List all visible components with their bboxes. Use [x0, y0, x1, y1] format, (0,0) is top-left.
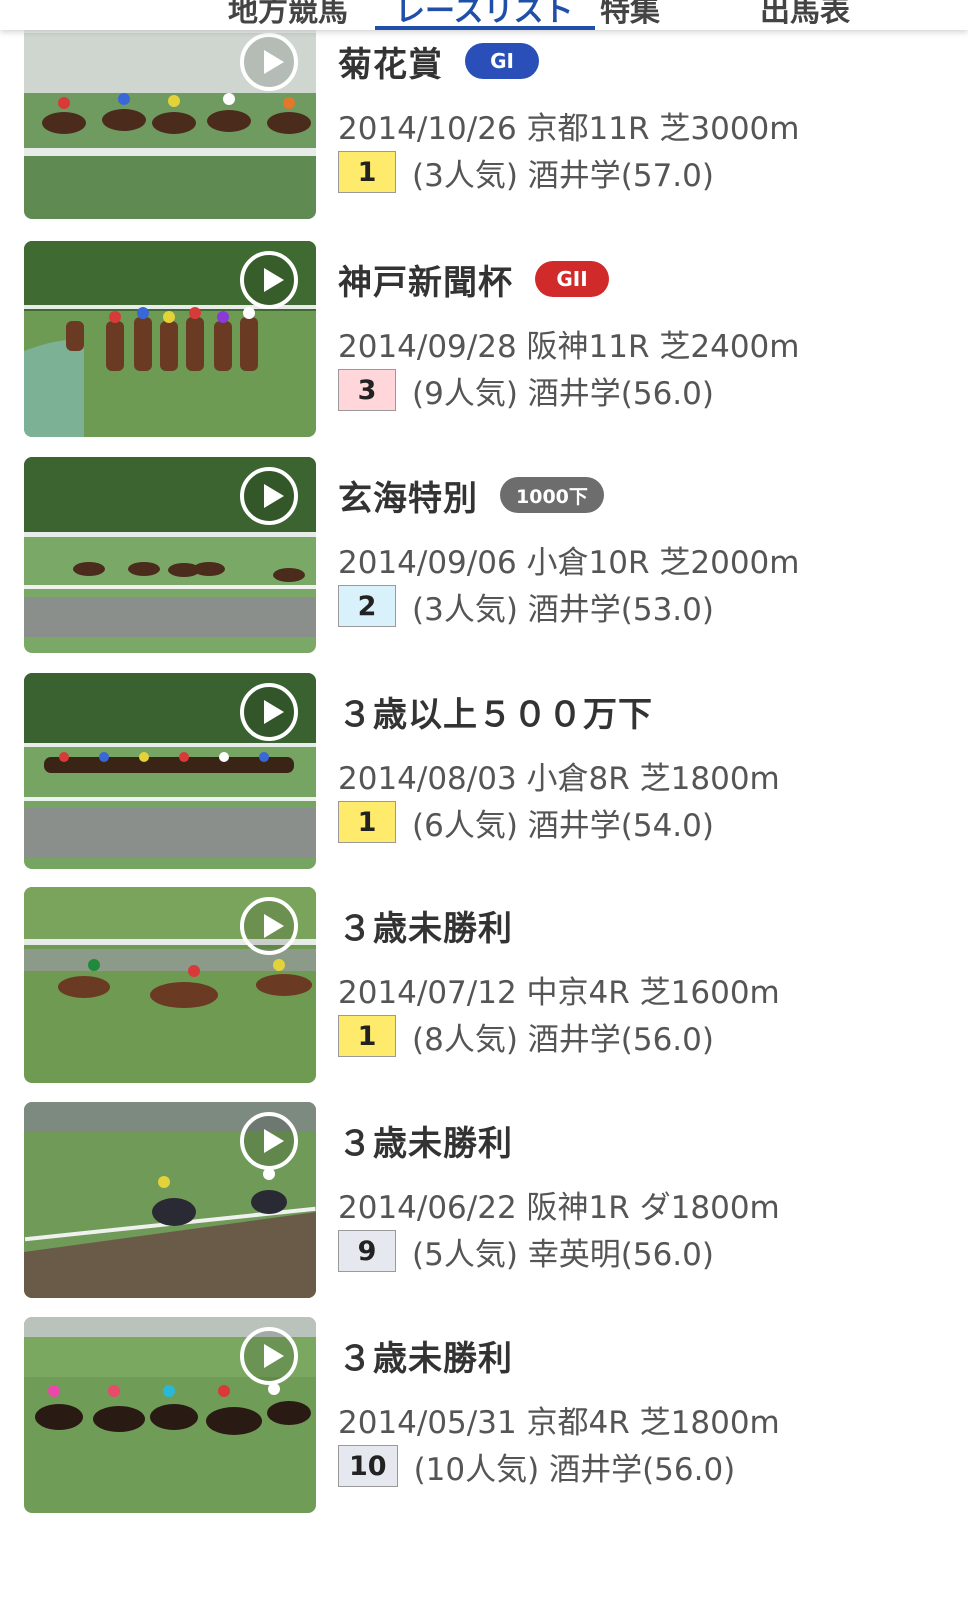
grade-badge: 1000下: [500, 477, 604, 513]
play-icon[interactable]: [240, 683, 298, 741]
popularity-jockey-weight: (5人気) 幸英明(56.0): [412, 1236, 714, 1273]
play-icon[interactable]: [240, 467, 298, 525]
race-list-item[interactable]: 菊花賞 GI 2014/10/26 京都11R 芝3000m 1 (3人気) 酒…: [0, 23, 968, 219]
play-icon[interactable]: [240, 251, 298, 309]
finish-position-badge: 1: [338, 151, 396, 193]
race-title[interactable]: 菊花賞: [338, 37, 443, 86]
top-tab-bar: 地方競馬 レースリスト 特集 出馬表: [0, 0, 968, 30]
finish-position-badge: 9: [338, 1230, 396, 1272]
popularity-jockey-weight: (8人気) 酒井学(56.0): [412, 1021, 714, 1058]
race-video-thumbnail[interactable]: [24, 23, 316, 219]
play-icon[interactable]: [240, 33, 298, 91]
race-date-venue-distance: 2014/08/03 小倉8R 芝1800m: [338, 761, 780, 797]
tab-feature[interactable]: 特集: [600, 0, 660, 30]
race-video-thumbnail[interactable]: [24, 241, 316, 437]
race-video-thumbnail[interactable]: [24, 457, 316, 653]
popularity-jockey-weight: (6人気) 酒井学(54.0): [412, 807, 714, 844]
race-title[interactable]: ３歳未勝利: [338, 1116, 513, 1165]
race-date-venue-distance: 2014/10/26 京都11R 芝3000m: [338, 111, 800, 147]
active-tab-indicator: [375, 26, 595, 30]
grade-badge: GII: [535, 261, 609, 297]
popularity-jockey-weight: (3人気) 酒井学(57.0): [412, 157, 714, 194]
race-title[interactable]: ３歳以上５００万下: [338, 687, 653, 736]
race-date-venue-distance: 2014/09/06 小倉10R 芝2000m: [338, 545, 800, 581]
play-icon[interactable]: [240, 1327, 298, 1385]
popularity-jockey-weight: (9人気) 酒井学(56.0): [412, 375, 714, 412]
race-list-item[interactable]: ３歳未勝利 2014/05/31 京都4R 芝1800m 10 (10人気) 酒…: [0, 1317, 968, 1513]
race-video-thumbnail[interactable]: [24, 1317, 316, 1513]
finish-position-badge: 3: [338, 369, 396, 411]
race-date-venue-distance: 2014/06/22 阪神1R ダ1800m: [338, 1190, 780, 1226]
race-date-venue-distance: 2014/09/28 阪神11R 芝2400m: [338, 329, 800, 365]
finish-position-badge: 1: [338, 801, 396, 843]
grade-badge: GI: [465, 43, 539, 79]
race-list-item[interactable]: ３歳以上５００万下 2014/08/03 小倉8R 芝1800m 1 (6人気)…: [0, 673, 968, 869]
race-list-item[interactable]: ３歳未勝利 2014/06/22 阪神1R ダ1800m 9 (5人気) 幸英明…: [0, 1102, 968, 1298]
race-date-venue-distance: 2014/07/12 中京4R 芝1600m: [338, 975, 780, 1011]
race-title[interactable]: 玄海特別: [338, 471, 478, 520]
race-video-thumbnail[interactable]: [24, 1102, 316, 1298]
play-icon[interactable]: [240, 1112, 298, 1170]
race-date-venue-distance: 2014/05/31 京都4R 芝1800m: [338, 1405, 780, 1441]
finish-position-badge: 2: [338, 585, 396, 627]
tab-entries[interactable]: 出馬表: [760, 0, 850, 30]
race-list-item[interactable]: 神戸新聞杯 GII 2014/09/28 阪神11R 芝2400m 3 (9人気…: [0, 241, 968, 437]
race-video-thumbnail[interactable]: [24, 887, 316, 1083]
finish-position-badge: 1: [338, 1015, 396, 1057]
tab-local-racing[interactable]: 地方競馬: [228, 0, 348, 30]
play-icon[interactable]: [240, 897, 298, 955]
popularity-jockey-weight: (3人気) 酒井学(53.0): [412, 591, 714, 628]
race-title[interactable]: ３歳未勝利: [338, 901, 513, 950]
popularity-jockey-weight: (10人気) 酒井学(56.0): [413, 1451, 736, 1488]
race-video-thumbnail[interactable]: [24, 673, 316, 869]
race-title[interactable]: ３歳未勝利: [338, 1331, 513, 1380]
race-list-item[interactable]: ３歳未勝利 2014/07/12 中京4R 芝1600m 1 (8人気) 酒井学…: [0, 887, 968, 1083]
race-title[interactable]: 神戸新聞杯: [338, 255, 513, 304]
race-list-item[interactable]: 玄海特別 1000下 2014/09/06 小倉10R 芝2000m 2 (3人…: [0, 457, 968, 653]
finish-position-badge: 10: [338, 1445, 398, 1487]
